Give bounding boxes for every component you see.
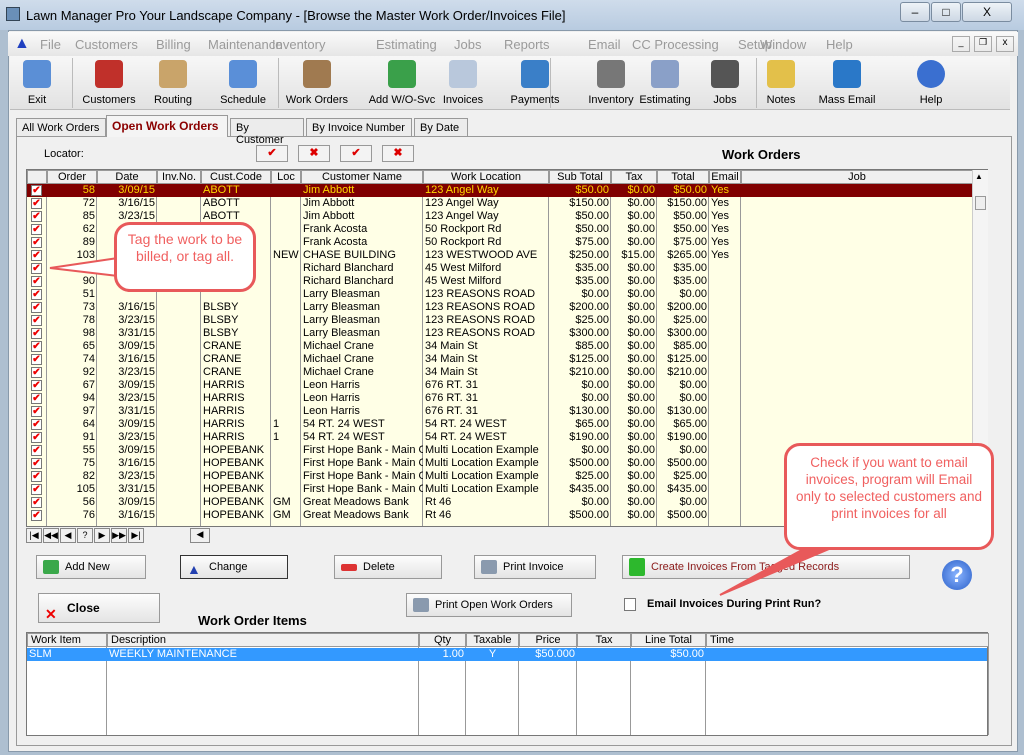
tab-open-work-orders[interactable]: Open Work Orders: [106, 115, 228, 137]
tab-by-customer[interactable]: By Customer: [230, 118, 304, 146]
callout-arrows: [49, 256, 839, 596]
tab-by-invoice-number[interactable]: By Invoice Number: [306, 118, 412, 136]
callout-tag: Tag the work to be billed, or tag all.: [114, 222, 256, 292]
callout-tag-pointer: [49, 256, 119, 278]
callout-email: Check if you want to email invoices, pro…: [784, 443, 994, 550]
tab-by-date[interactable]: By Date: [414, 118, 468, 136]
tab-all-work-orders[interactable]: All Work Orders: [16, 118, 106, 136]
